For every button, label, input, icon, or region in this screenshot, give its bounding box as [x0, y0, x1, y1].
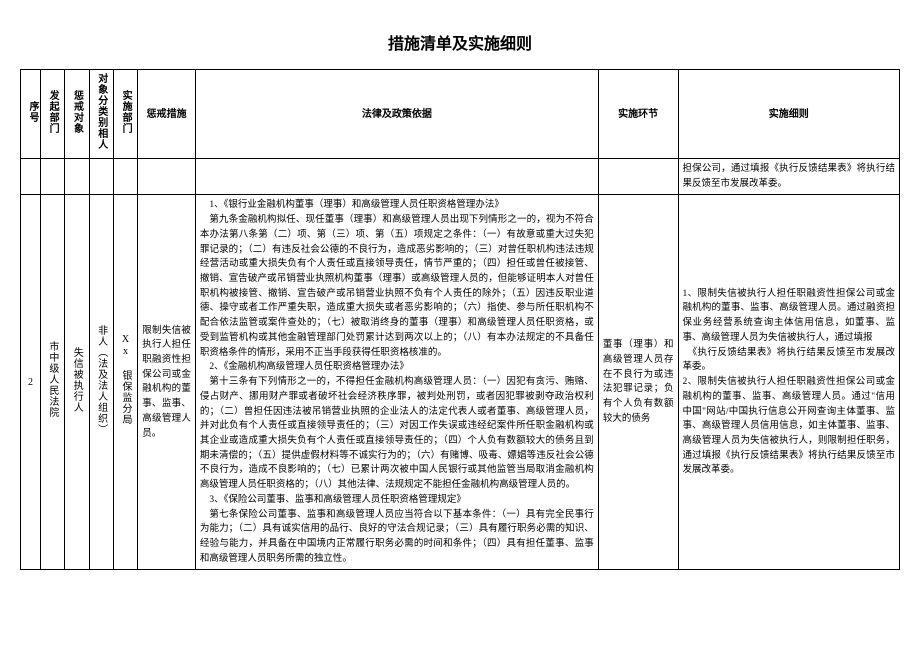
col-step: 实施环节	[598, 70, 678, 159]
col-initiator: 发起部门	[40, 70, 64, 159]
col-target: 惩戒对象	[65, 70, 89, 159]
cell-prev-rules: 担保公司，通过填报《执行反馈结果表》将执行结果反馈至市发展改革委。	[678, 159, 899, 195]
measures-table: 序号 发起部门 惩戒对象 对象分类别相人 实施部门 惩戒措施 法律及政策依据 实…	[20, 69, 900, 570]
col-implementer: 实施部门	[113, 70, 137, 159]
col-class: 对象分类别相人	[89, 70, 113, 159]
cell-step: 董事（理事）和高级管理人员存在不良行为或违法犯罪记录；负有个人负有数额较大的债务	[598, 195, 678, 570]
page-title: 措施清单及实施细则	[20, 30, 900, 54]
col-measure: 惩戒措施	[138, 70, 196, 159]
cell-initiator: 市中级人民法院	[40, 195, 64, 570]
cell-measure: 限制失信被执行人担任职融资性担保公司或金融机构的董事、监事、高级管理人员。	[138, 195, 196, 570]
table-row: 2 市中级人民法院 失信被执行人 非人（法及法人组织） Xx 银保监分局 限制失…	[21, 195, 900, 570]
cell-implementer: Xx 银保监分局	[113, 195, 137, 570]
cell-seq: 2	[21, 195, 41, 570]
cell-target: 失信被执行人	[65, 195, 89, 570]
table-row-prev-fragment: 担保公司，通过填报《执行反馈结果表》将执行结果反馈至市发展改革委。	[21, 159, 900, 195]
col-rules: 实施细则	[678, 70, 899, 159]
cell-class: 非人（法及法人组织）	[89, 195, 113, 570]
cell-rules: 1、限制失信被执行人担任职融资性担保公司或金融机构的董事、监事、高级管理人员。通…	[678, 195, 899, 570]
cell-basis: 1、《银行业金融机构董事（理事）和高级管理人员任职资格管理办法》 第九条金融机构…	[195, 195, 598, 570]
col-seq: 序号	[21, 70, 41, 159]
table-header-row: 序号 发起部门 惩戒对象 对象分类别相人 实施部门 惩戒措施 法律及政策依据 实…	[21, 70, 900, 159]
col-basis: 法律及政策依据	[195, 70, 598, 159]
